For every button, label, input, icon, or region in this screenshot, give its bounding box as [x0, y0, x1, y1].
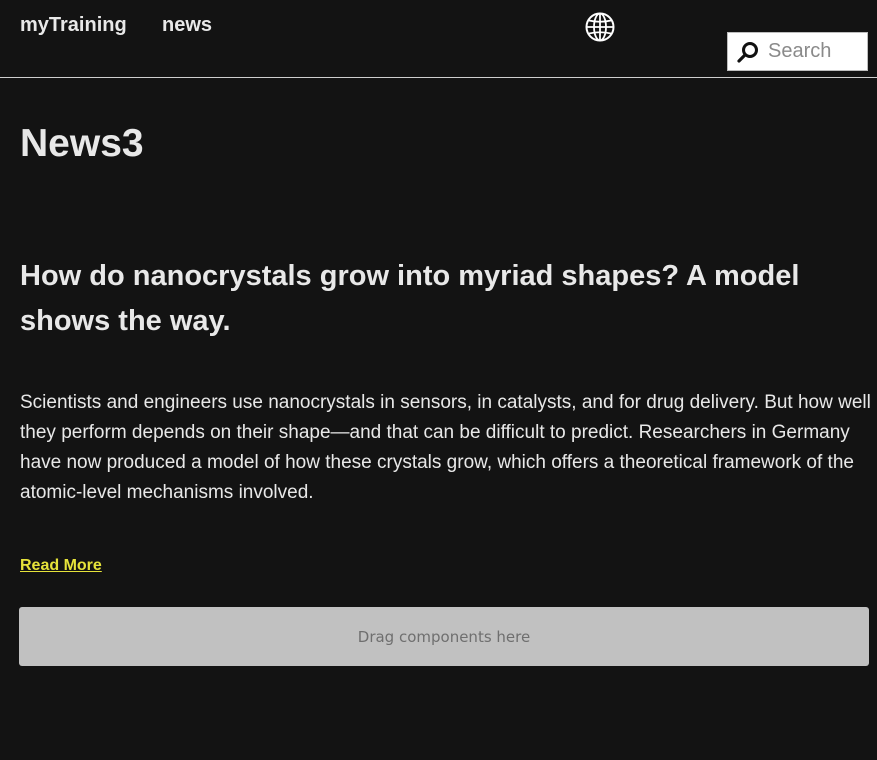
top-navigation-bar: myTraining news: [0, 0, 877, 78]
article-title: How do nanocrystals grow into myriad sha…: [20, 260, 800, 337]
search-icon[interactable]: [737, 41, 759, 63]
globe-icon[interactable]: [584, 11, 616, 43]
component-drop-zone[interactable]: Drag components here: [19, 607, 869, 666]
page: myTraining news News3 How do nanocrystal…: [0, 0, 877, 760]
nav-link-news[interactable]: news: [162, 14, 212, 37]
article-body: Scientists and engineers use nanocrystal…: [20, 392, 871, 503]
search-box[interactable]: [727, 32, 868, 71]
drop-zone-label: Drag components here: [357, 627, 531, 646]
search-input[interactable]: [768, 37, 860, 66]
page-title: News3: [20, 122, 144, 165]
nav-link-mytraining[interactable]: myTraining: [20, 14, 127, 37]
read-more-link[interactable]: Read More: [20, 557, 102, 575]
